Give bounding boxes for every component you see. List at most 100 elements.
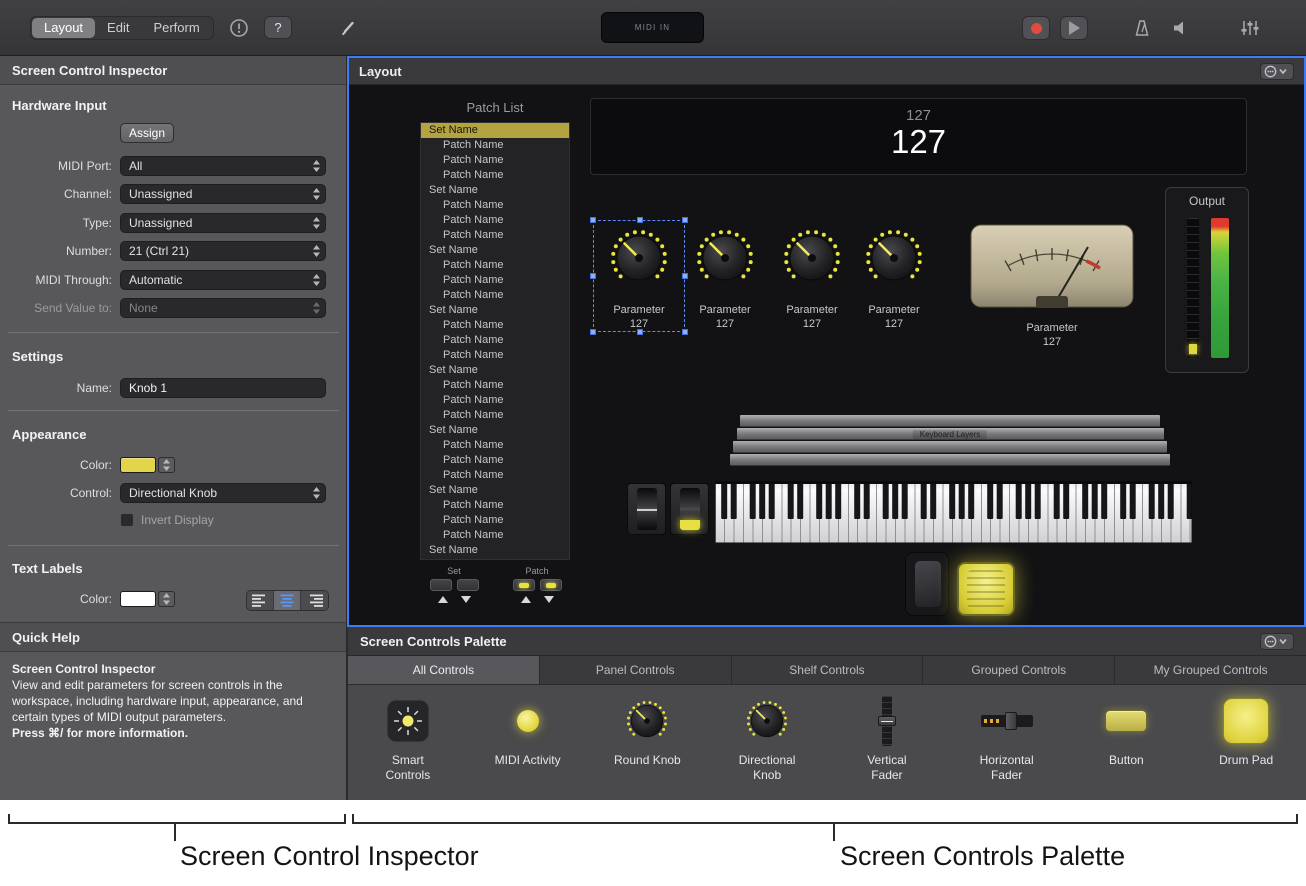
tab-my-grouped-controls[interactable]: My Grouped Controls	[1115, 656, 1306, 684]
palette-item-round-knob[interactable]: Round Knob	[588, 693, 708, 768]
patch-list-set-row[interactable]: Set Name	[421, 363, 569, 378]
color-stepper[interactable]	[158, 457, 175, 473]
patch-list-set-row[interactable]: Set Name	[421, 303, 569, 318]
palette-item-smart-controls[interactable]: Smart Controls	[348, 693, 468, 783]
patch-prev-button[interactable]	[513, 579, 535, 591]
knob-control-4[interactable]: Parameter127	[851, 226, 937, 332]
mode-edit-button[interactable]: Edit	[95, 18, 141, 38]
set-prev-button[interactable]	[430, 579, 452, 591]
patch-list-patch-row[interactable]: Patch Name	[421, 348, 569, 363]
master-levels-button[interactable]	[1239, 18, 1261, 38]
metronome-button[interactable]	[1131, 17, 1153, 39]
screen-controls-palette: Screen Controls Palette All Controls Pan…	[347, 627, 1306, 800]
patch-list-patch-row[interactable]: Patch Name	[421, 528, 569, 543]
set-next-button[interactable]	[457, 579, 479, 591]
help-button[interactable]: ?	[264, 16, 292, 39]
tab-grouped-controls[interactable]: Grouped Controls	[923, 656, 1115, 684]
keyboard-layer[interactable]: Keyboard Layers	[737, 428, 1164, 440]
panic-button[interactable]	[228, 17, 250, 39]
appearance-title: Appearance	[12, 427, 86, 442]
parameter-value-display[interactable]: 127 127	[590, 98, 1247, 175]
patch-list-set-row[interactable]: Set Name	[421, 243, 569, 258]
patch-list-patch-row[interactable]: Patch Name	[421, 273, 569, 288]
keyboard-layer[interactable]	[730, 454, 1170, 466]
palette-item-directional-knob[interactable]: Directional Knob	[707, 693, 827, 783]
master-fader[interactable]	[1187, 218, 1199, 358]
palette-item-vertical-fader[interactable]: Vertical Fader	[827, 693, 947, 783]
patch-list-patch-row[interactable]: Patch Name	[421, 288, 569, 303]
play-button[interactable]	[1060, 16, 1088, 40]
align-right-button[interactable]	[301, 591, 328, 610]
patch-list-set-row[interactable]: Set Name	[421, 423, 569, 438]
patch-next-button[interactable]	[540, 579, 562, 591]
record-button[interactable]	[1022, 16, 1050, 40]
channel-dropdown[interactable]: Unassigned	[120, 184, 326, 204]
expression-pedal[interactable]	[905, 552, 949, 616]
patch-list-patch-row[interactable]: Patch Name	[421, 378, 569, 393]
color-well[interactable]	[120, 457, 175, 473]
mode-perform-button[interactable]: Perform	[141, 18, 211, 38]
type-dropdown[interactable]: Unassigned	[120, 213, 326, 233]
palette-callout-label: Screen Controls Palette	[840, 841, 1125, 872]
workspace-header: Layout	[349, 58, 1304, 85]
text-color-well[interactable]	[120, 591, 175, 607]
mode-segmented-control: Layout Edit Perform	[30, 16, 214, 40]
patch-list-patch-row[interactable]: Patch Name	[421, 468, 569, 483]
patch-list-patch-row[interactable]: Patch Name	[421, 408, 569, 423]
patch-list-patch-row[interactable]: Patch Name	[421, 168, 569, 183]
invert-display-checkbox[interactable]	[120, 513, 134, 527]
workspace-action-menu[interactable]	[1260, 63, 1294, 80]
name-field[interactable]: Knob 1	[120, 378, 326, 398]
patch-list-patch-row[interactable]: Patch Name	[421, 213, 569, 228]
patch-list-patch-row[interactable]: Patch Name	[421, 258, 569, 273]
patch-list-patch-row[interactable]: Patch Name	[421, 228, 569, 243]
palette-item-midi-activity[interactable]: MIDI Activity	[468, 693, 588, 768]
patch-list-patch-row[interactable]: Patch Name	[421, 453, 569, 468]
patch-list-patch-row[interactable]: Patch Name	[421, 318, 569, 333]
patch-list-set-row[interactable]: Set Name	[421, 183, 569, 198]
mod-wheel[interactable]	[670, 483, 709, 535]
sustain-pedal[interactable]	[957, 562, 1015, 616]
patch-list-patch-row[interactable]: Patch Name	[421, 198, 569, 213]
keyboard-layer[interactable]	[733, 441, 1167, 453]
patch-list-patch-row[interactable]: Patch Name	[421, 513, 569, 528]
text-color-stepper[interactable]	[158, 591, 175, 607]
patch-list-patch-row[interactable]: Patch Name	[421, 138, 569, 153]
tab-panel-controls[interactable]: Panel Controls	[540, 656, 732, 684]
palette-item-horizontal-fader[interactable]: Horizontal Fader	[947, 693, 1067, 783]
align-left-button[interactable]	[247, 591, 274, 610]
knob-control-1[interactable]: Parameter127	[596, 226, 682, 332]
control-dropdown[interactable]: Directional Knob	[120, 483, 326, 503]
assign-button[interactable]: Assign	[120, 123, 174, 143]
tab-all-controls[interactable]: All Controls	[348, 656, 540, 684]
pitch-wheel[interactable]	[627, 483, 666, 535]
palette-item-button[interactable]: Button	[1067, 693, 1187, 768]
bracket-drop	[833, 822, 835, 841]
midi-port-dropdown[interactable]: All	[120, 156, 326, 176]
patch-list-set-row[interactable]: Set Name	[421, 543, 569, 558]
keyboard-layer[interactable]	[740, 415, 1160, 427]
align-center-button[interactable]	[274, 591, 301, 610]
patch-list-patch-row[interactable]: Patch Name	[421, 393, 569, 408]
knob-control-3[interactable]: Parameter127	[769, 226, 855, 332]
palette-item-drum-pad[interactable]: Drum Pad	[1186, 693, 1306, 768]
keyboard-layers[interactable]: Keyboard Layers	[730, 415, 1170, 467]
midi-through-dropdown[interactable]: Automatic	[120, 270, 326, 290]
keyboard-control[interactable]	[715, 481, 1192, 548]
palette-action-menu[interactable]	[1260, 633, 1294, 650]
mode-layout-button[interactable]: Layout	[32, 18, 95, 38]
master-mute-button[interactable]	[1171, 19, 1193, 37]
workspace-title: Layout	[359, 64, 402, 79]
patch-list-patch-row[interactable]: Patch Name	[421, 153, 569, 168]
brush-button[interactable]	[338, 18, 358, 38]
patch-list-set-row[interactable]: Set Name	[421, 483, 569, 498]
patch-list-patch-row[interactable]: Patch Name	[421, 438, 569, 453]
patch-list-set-row[interactable]: Set Name	[421, 123, 569, 138]
section-divider	[8, 332, 339, 333]
patch-list-patch-row[interactable]: Patch Name	[421, 333, 569, 348]
tab-shelf-controls[interactable]: Shelf Controls	[732, 656, 924, 684]
knob-control-2[interactable]: Parameter127	[682, 226, 768, 332]
number-dropdown[interactable]: 21 (Ctrl 21)	[120, 241, 326, 261]
patch-list-patch-row[interactable]: Patch Name	[421, 498, 569, 513]
vu-meter-control[interactable]: Parameter127	[970, 224, 1134, 350]
